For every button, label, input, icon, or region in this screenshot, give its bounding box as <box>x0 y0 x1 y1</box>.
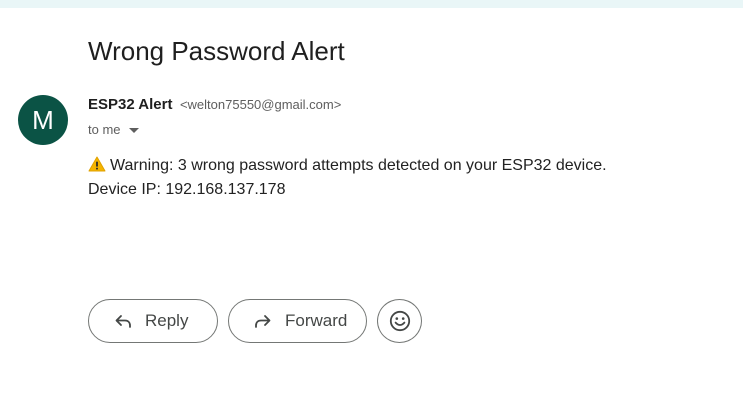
email-body-line-ip: Device IP: 192.168.137.178 <box>88 181 286 198</box>
reply-icon <box>115 315 131 328</box>
reply-button[interactable]: Reply <box>88 299 218 343</box>
warning-text: Warning: 3 wrong password attempts detec… <box>110 157 607 174</box>
emoji-reaction-button[interactable] <box>377 299 422 343</box>
avatar-letter: M <box>32 104 54 135</box>
warning-icon <box>88 156 106 172</box>
emoji-icon <box>389 310 410 332</box>
sender-name[interactable]: ESP32 Alert <box>88 96 173 113</box>
sender-avatar[interactable]: M <box>18 95 68 145</box>
email-body-line-warning: Warning: 3 wrong password attempts detec… <box>88 156 607 176</box>
recipient-label: to me <box>88 122 121 137</box>
sender-line: ESP32 Alert <welton75550@gmail.com> <box>88 96 341 114</box>
recipient-details-toggle[interactable]: to me <box>88 122 139 137</box>
top-strip <box>0 0 743 8</box>
forward-icon <box>255 315 271 328</box>
reply-label: Reply <box>145 311 189 330</box>
forward-button[interactable]: Forward <box>228 299 367 343</box>
sender-email: <welton75550@gmail.com> <box>179 97 342 112</box>
email-subject: Wrong Password Alert <box>88 36 345 66</box>
forward-label: Forward <box>285 311 348 330</box>
chevron-down-icon[interactable] <box>128 127 139 133</box>
